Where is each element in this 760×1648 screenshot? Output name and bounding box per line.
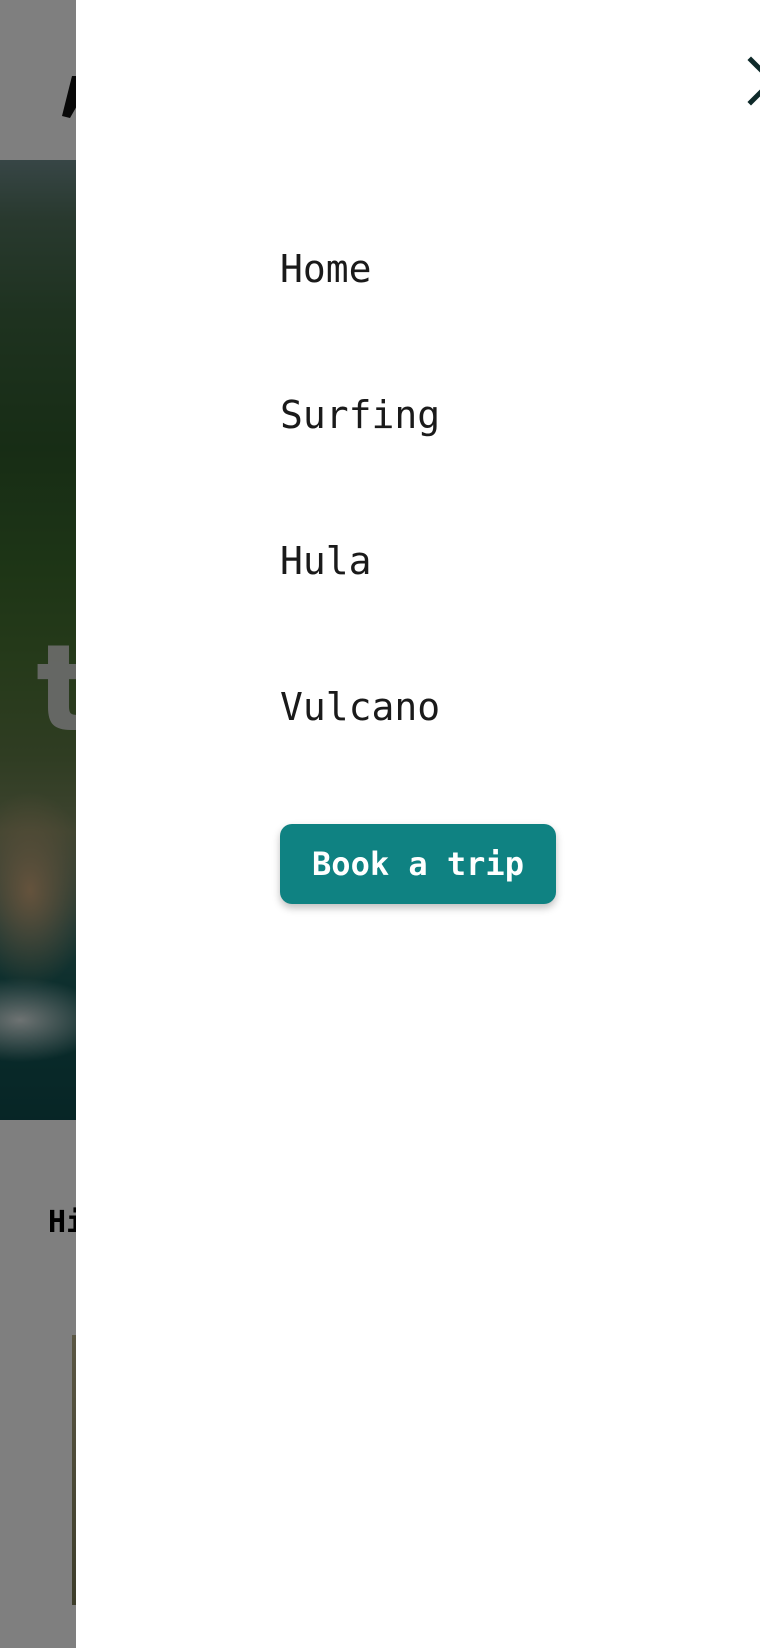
nav-item-vulcano[interactable]: Vulcano (280, 688, 440, 726)
nav-drawer: Home Surfing Hula Vulcano Book a trip (76, 0, 760, 1648)
nav-item-home[interactable]: Home (280, 250, 372, 288)
close-button[interactable] (732, 46, 760, 116)
book-trip-button[interactable]: Book a trip (280, 824, 556, 904)
page: t Hi Home Surfing Hula Vulcano Book a tr… (0, 0, 760, 1648)
nav-item-surfing[interactable]: Surfing (280, 396, 440, 434)
nav-item-hula[interactable]: Hula (280, 542, 372, 580)
close-icon (747, 56, 760, 106)
